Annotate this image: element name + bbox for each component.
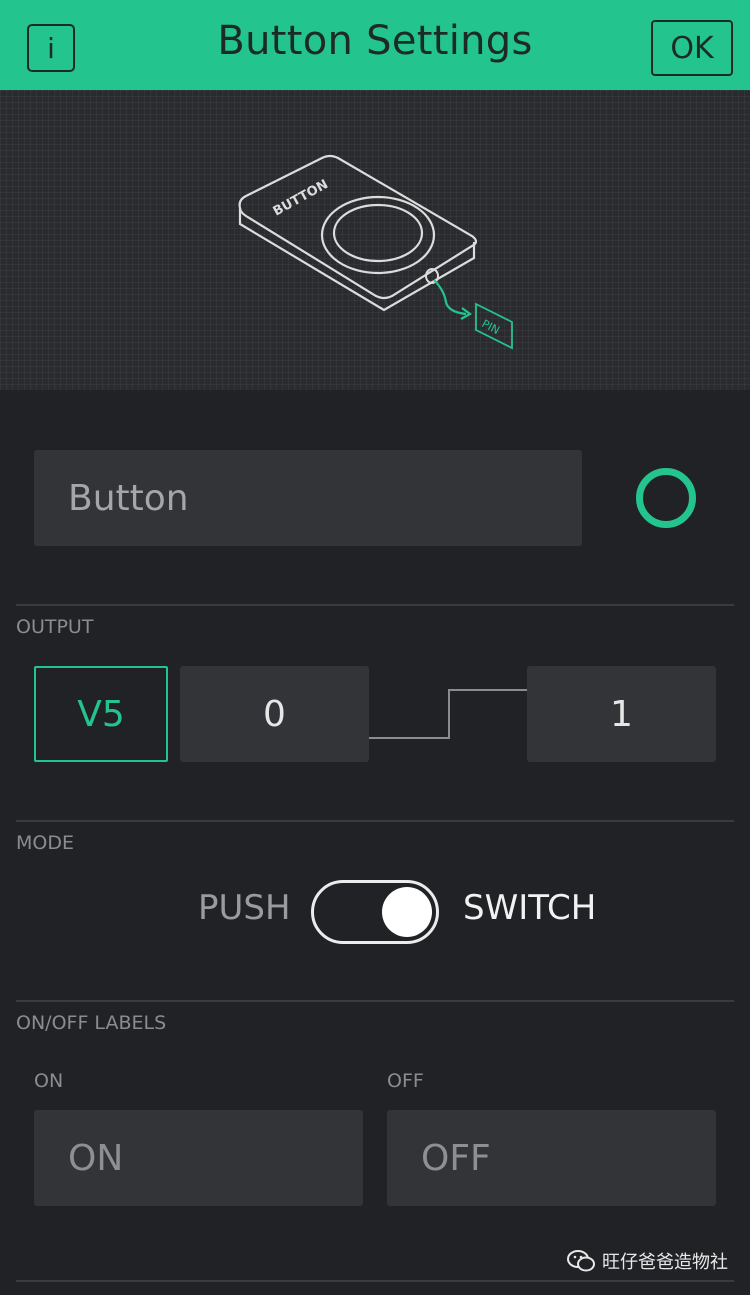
mode-toggle[interactable] (311, 880, 439, 944)
header-bar: i Button Settings OK (0, 0, 750, 90)
on-label-caption: ON (34, 1070, 64, 1092)
color-picker-button[interactable] (636, 468, 696, 528)
on-value-input[interactable]: 1 (527, 666, 716, 762)
device-label: BUTTON (271, 177, 331, 219)
divider (16, 1000, 734, 1002)
mode-section-label: MODE (16, 832, 74, 854)
output-section-label: OUTPUT (16, 616, 94, 638)
widget-illustration: PIN BUTTON (0, 90, 750, 390)
ok-button[interactable]: OK (651, 20, 733, 76)
on-label-input[interactable]: ON (34, 1110, 363, 1206)
labels-section-label: ON/OFF LABELS (16, 1012, 167, 1034)
off-label-input[interactable]: OFF (387, 1110, 716, 1206)
button-device-icon: PIN BUTTON (238, 154, 513, 350)
watermark: 旺仔爸爸造物社 (566, 1248, 728, 1274)
watermark-text: 旺仔爸爸造物社 (602, 1252, 728, 1273)
mode-push-label[interactable]: PUSH (198, 888, 291, 928)
divider (16, 820, 734, 822)
divider (16, 1280, 734, 1282)
wechat-icon (567, 1250, 595, 1272)
widget-name-input[interactable]: Button (34, 450, 582, 546)
page-title: Button Settings (217, 18, 533, 64)
toggle-knob (382, 887, 432, 937)
divider (16, 604, 734, 606)
off-value-input[interactable]: 0 (180, 666, 369, 762)
off-label-caption: OFF (387, 1070, 424, 1092)
mode-switch-label[interactable]: SWITCH (463, 888, 596, 928)
pin-selector[interactable]: V5 (34, 666, 168, 762)
